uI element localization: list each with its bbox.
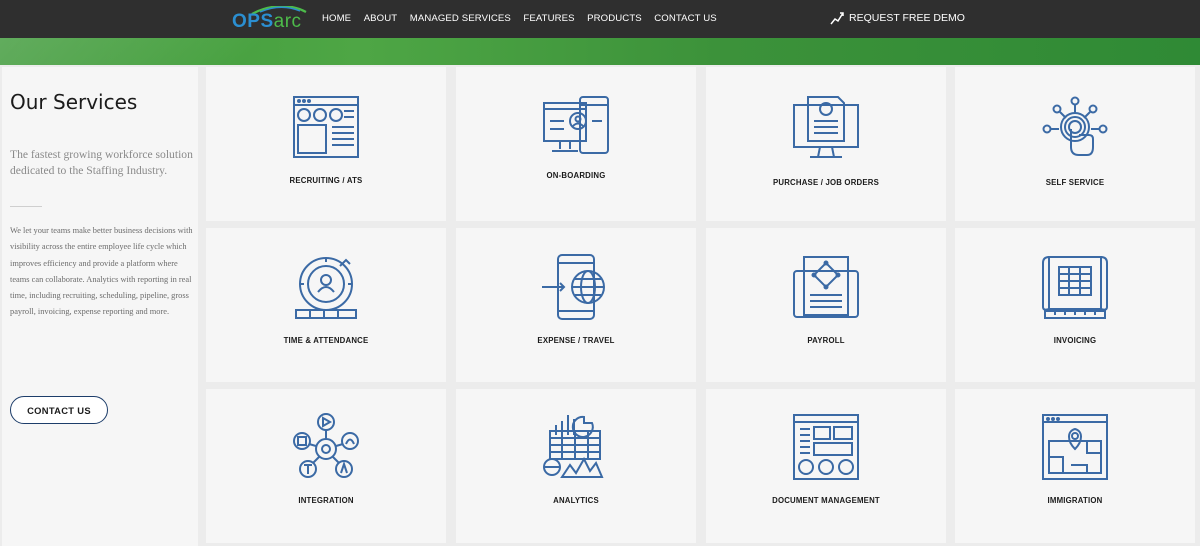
service-label: TIME & ATTENDANCE <box>283 336 369 345</box>
opsarc-logo[interactable]: OPSarc <box>230 6 310 34</box>
request-demo-link[interactable]: REQUEST FREE DEMO <box>830 11 965 25</box>
service-label: INVOICING <box>1053 336 1097 345</box>
service-label: PURCHASE / JOB ORDERS <box>772 178 879 187</box>
trend-line-icon <box>830 12 844 25</box>
service-label: DOCUMENT MANAGEMENT <box>772 496 880 505</box>
section-divider <box>10 206 42 207</box>
nav-products[interactable]: PRODUCTS <box>587 13 642 24</box>
nav-managed-services[interactable]: MANAGED SERVICES <box>410 13 511 24</box>
service-label: IMMIGRATION <box>1047 496 1103 505</box>
analytics-icon <box>543 415 604 478</box>
nav-contact-us[interactable]: CONTACT US <box>654 13 716 24</box>
service-label: EXPENSE / TRAVEL <box>537 336 615 345</box>
service-label: SELF SERVICE <box>1045 178 1105 187</box>
service-label: ON-BOARDING <box>546 171 606 180</box>
service-tile-purchase-orders[interactable]: PURCHASE / JOB ORDERS <box>706 67 946 221</box>
nav-home[interactable]: HOME <box>322 13 351 24</box>
top-navigation-bar: OPSarc HOME ABOUT MANAGED SERVICES FEATU… <box>0 0 1200 38</box>
service-tile-invoicing[interactable]: INVOICING <box>955 228 1195 382</box>
logo-text-arc: arc <box>273 11 302 32</box>
service-label: RECRUITING / ATS <box>289 176 363 185</box>
self-service-icon <box>1042 96 1108 156</box>
service-tile-self-service[interactable]: SELF SERVICE <box>955 67 1195 221</box>
service-label: INTEGRATION <box>298 496 354 505</box>
green-banner-strip <box>0 38 1200 65</box>
purchase-orders-icon <box>793 96 859 158</box>
logo-text: OPSarc <box>232 12 302 32</box>
service-tile-immigration[interactable]: IMMIGRATION <box>955 389 1195 543</box>
service-tile-payroll[interactable]: PAYROLL <box>706 228 946 382</box>
service-tile-time-attendance[interactable]: TIME & ATTENDANCE <box>206 228 446 382</box>
payroll-icon <box>793 256 859 318</box>
request-demo-label: REQUEST FREE DEMO <box>849 12 965 24</box>
service-tile-integration[interactable]: INTEGRATION <box>206 389 446 543</box>
nav-about[interactable]: ABOUT <box>364 13 398 24</box>
services-section: Our Services The fastest growing workfor… <box>0 65 1200 546</box>
service-tile-recruiting[interactable]: RECRUITING / ATS <box>206 67 446 221</box>
section-subtitle: The fastest growing workforce solution d… <box>10 148 193 177</box>
recruiting-icon <box>293 96 359 158</box>
service-label: PAYROLL <box>807 336 845 345</box>
onboarding-icon <box>543 96 609 154</box>
service-label: ANALYTICS <box>553 496 599 505</box>
service-tile-analytics[interactable]: ANALYTICS <box>456 389 696 543</box>
services-intro-panel: Our Services The fastest growing workfor… <box>2 67 198 546</box>
service-tile-document-management[interactable]: DOCUMENT MANAGEMENT <box>706 389 946 543</box>
service-tile-expense-travel[interactable]: EXPENSE / TRAVEL <box>456 228 696 382</box>
nav-features[interactable]: FEATURES <box>523 13 574 24</box>
contact-us-button[interactable]: CONTACT US <box>10 396 108 424</box>
service-tile-onboarding[interactable]: ON-BOARDING <box>456 67 696 221</box>
expense-travel-icon <box>542 254 605 320</box>
document-management-icon <box>793 414 859 480</box>
invoicing-icon <box>1042 256 1108 319</box>
main-menu: HOME ABOUT MANAGED SERVICES FEATURES PRO… <box>322 13 729 24</box>
immigration-icon <box>1042 414 1108 480</box>
section-title: Our Services <box>10 90 138 114</box>
time-attendance-icon <box>295 257 357 319</box>
integration-icon <box>293 413 359 478</box>
section-description: We let your teams make better business d… <box>10 226 193 317</box>
logo-text-ops: OPS <box>232 11 274 32</box>
